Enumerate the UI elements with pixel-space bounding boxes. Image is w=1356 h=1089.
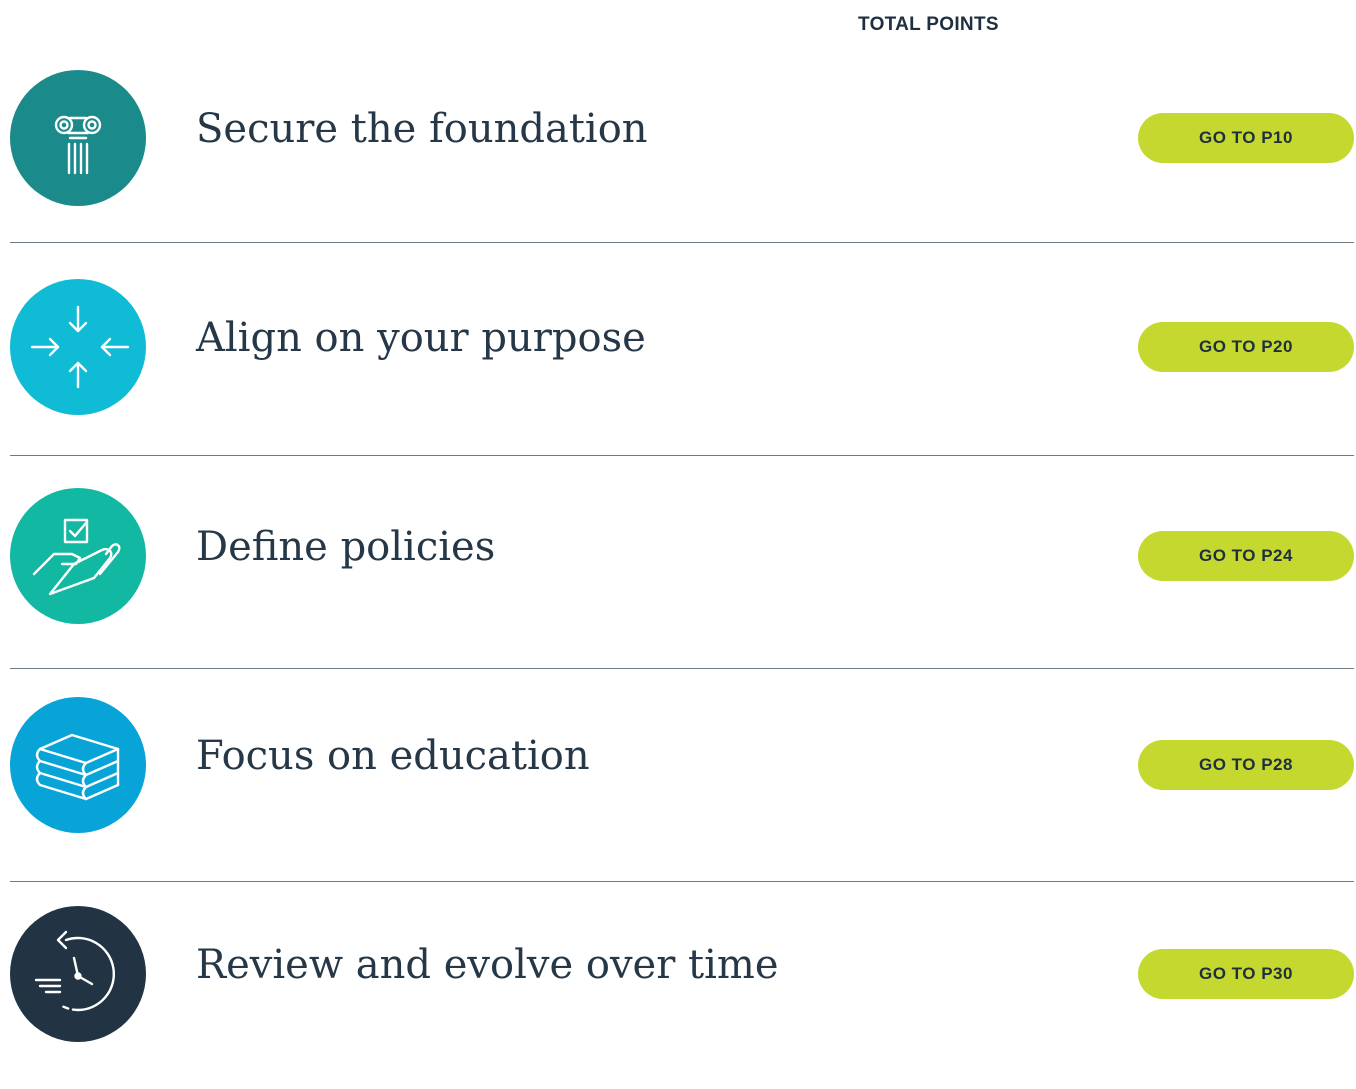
go-to-p20-button[interactable]: GO TO P20 [1138,322,1354,372]
divider [10,455,1354,456]
clock-review-icon [10,906,146,1042]
divider [10,242,1354,243]
section-row-define-policies: Define policies GO TO P24 [0,488,1356,624]
section-row-review-evolve: Review and evolve over time GO TO P30 [0,906,1356,1042]
divider [10,881,1354,882]
go-to-p28-button[interactable]: GO TO P28 [1138,740,1354,790]
converging-arrows-icon [10,279,146,415]
go-to-p10-button[interactable]: GO TO P10 [1138,113,1354,163]
total-points-label: TOTAL POINTS [858,14,999,35]
section-row-secure-foundation: Secure the foundation GO TO P10 [0,70,1356,206]
pillar-icon [10,70,146,206]
row-title: Align on your purpose [196,315,646,361]
section-row-focus-education: Focus on education GO TO P28 [0,697,1356,833]
row-title: Define policies [196,524,496,570]
books-icon [10,697,146,833]
row-title: Review and evolve over time [196,942,779,988]
header: TOTAL POINTS [0,0,1356,60]
row-title: Focus on education [196,733,590,779]
go-to-p24-button[interactable]: GO TO P24 [1138,531,1354,581]
divider [10,668,1354,669]
row-title: Secure the foundation [196,106,648,152]
section-row-align-purpose: Align on your purpose GO TO P20 [0,279,1356,415]
go-to-p30-button[interactable]: GO TO P30 [1138,949,1354,999]
hand-checkbox-icon [10,488,146,624]
